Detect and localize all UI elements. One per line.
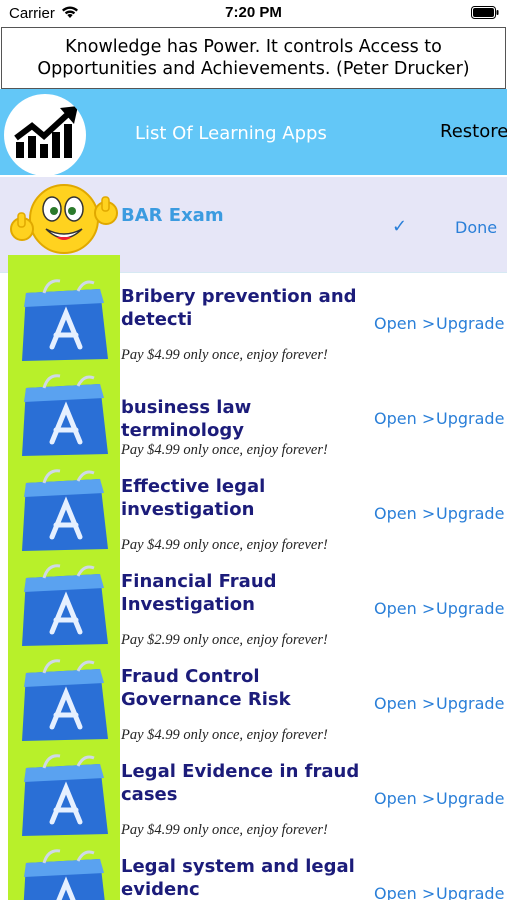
- list-item[interactable]: Legal Evidence in fraud cases Pay $4.99 …: [0, 748, 507, 844]
- list-item[interactable]: Effective legal investigation Pay $4.99 …: [0, 463, 507, 559]
- app-title: business law terminology: [121, 397, 252, 441]
- upgrade-button[interactable]: Upgrade >: [436, 884, 507, 900]
- checkmark-icon: ✓: [392, 216, 408, 236]
- app-store-bag-icon: [8, 368, 120, 464]
- price-label: Pay $4.99 only once, enjoy forever!: [121, 442, 328, 458]
- price-label: Pay $4.99 only once, enjoy forever!: [121, 537, 328, 553]
- app-title: BAR Exam: [121, 205, 224, 226]
- app-title: Effective legal investigation: [121, 476, 266, 520]
- status-bar: Carrier 7:20 PM: [0, 0, 507, 27]
- list-item[interactable]: business law terminology Pay $4.99 only …: [0, 368, 507, 464]
- app-store-bag-icon: [8, 843, 120, 900]
- apps-list: BAR Exam ✓ Done Bribery prevention and d…: [0, 177, 507, 900]
- open-button[interactable]: Open >: [374, 599, 435, 618]
- open-button[interactable]: Open >: [374, 884, 435, 900]
- app-store-bag-icon: [8, 748, 120, 844]
- open-button[interactable]: Open >: [374, 314, 435, 333]
- app-title: Legal Evidence in fraud cases: [121, 761, 360, 805]
- quote-banner: Knowledge has Power. It controls Access …: [1, 27, 506, 89]
- open-button[interactable]: Open >: [374, 504, 435, 523]
- open-button[interactable]: Open >: [374, 409, 435, 428]
- quote-text: Knowledge has Power. It controls Access …: [37, 37, 470, 79]
- app-title: Financial Fraud Investigation: [121, 571, 277, 615]
- smiley-thumbs-up-icon: [8, 177, 120, 273]
- list-item[interactable]: Bribery prevention and detecti Pay $4.99…: [0, 273, 507, 369]
- list-item[interactable]: Financial Fraud Investigation Pay $2.99 …: [0, 558, 507, 654]
- open-button[interactable]: Open >: [374, 789, 435, 808]
- upgrade-button[interactable]: Upgrade >: [436, 504, 507, 523]
- app-store-bag-icon: [8, 653, 120, 749]
- open-button[interactable]: Open >: [374, 694, 435, 713]
- app-title: Fraud Control Governance Risk: [121, 666, 291, 710]
- app-title: Legal system and legal evidenc: [121, 856, 355, 900]
- app-title: Bribery prevention and detecti: [121, 286, 357, 330]
- price-label: Pay $4.99 only once, enjoy forever!: [121, 347, 328, 363]
- price-label: Pay $2.99 only once, enjoy forever!: [121, 632, 328, 648]
- growth-chart-logo-icon: [4, 94, 86, 176]
- upgrade-button[interactable]: Upgrade >: [436, 789, 507, 808]
- app-store-bag-icon: [8, 273, 120, 369]
- list-item[interactable]: BAR Exam ✓ Done: [0, 177, 507, 273]
- upgrade-button[interactable]: Upgrade >: [436, 694, 507, 713]
- restore-button[interactable]: Restore: [440, 121, 507, 142]
- app-header: List Of Learning Apps Restore: [0, 89, 507, 176]
- list-item[interactable]: Legal system and legal evidenc Open > Up…: [0, 843, 507, 900]
- status-time: 7:20 PM: [225, 4, 282, 21]
- list-item[interactable]: Fraud Control Governance Risk Pay $4.99 …: [0, 653, 507, 749]
- price-label: Pay $4.99 only once, enjoy forever!: [121, 822, 328, 838]
- upgrade-button[interactable]: Upgrade >: [436, 314, 507, 333]
- battery-icon: [471, 6, 499, 23]
- upgrade-button[interactable]: Upgrade >: [436, 409, 507, 428]
- app-store-bag-icon: [8, 558, 120, 654]
- app-store-bag-icon: [8, 463, 120, 559]
- page-title: List Of Learning Apps: [135, 123, 327, 144]
- done-label[interactable]: Done: [455, 218, 497, 237]
- upgrade-button[interactable]: Upgrade >: [436, 599, 507, 618]
- price-label: Pay $4.99 only once, enjoy forever!: [121, 727, 328, 743]
